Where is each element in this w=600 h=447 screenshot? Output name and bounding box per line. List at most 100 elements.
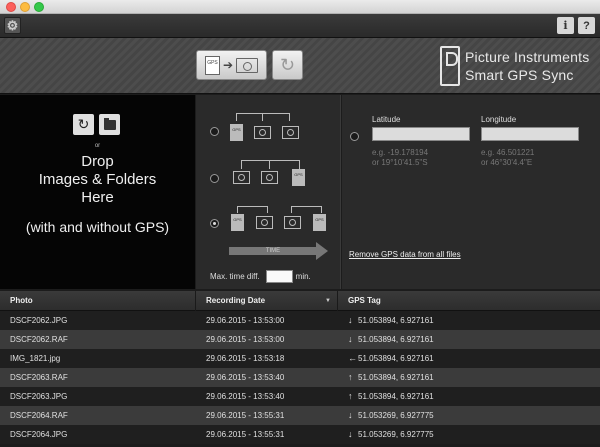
gps-photo-icon: GPS	[313, 214, 326, 231]
max-time-label: Max. time diff.	[210, 272, 260, 281]
photo-cell: IMG_1821.jpg	[10, 354, 61, 363]
gps-cell: ↓ 51.053269, 6.927775	[338, 406, 600, 425]
photo-cell: DSCF2062.JPG	[10, 316, 68, 325]
gps-cell: ↑ 51.053894, 6.927161	[338, 387, 600, 406]
undo-icon: ↻	[279, 54, 296, 75]
table-header: Photo Recording Date ▼ GPS Tag	[0, 291, 600, 311]
gps-cell: ←51.053894, 6.927161	[338, 349, 600, 368]
mode-diagram-2: GPS	[229, 155, 309, 190]
photo-cell: DSCF2063.RAF	[10, 373, 68, 382]
direction-arrow-icon: ←	[348, 353, 357, 363]
table-row[interactable]: DSCF2063.JPG 29.06.2015 - 13:53:40 ↑ 51.0…	[0, 387, 600, 406]
camera-icon	[261, 171, 278, 184]
gps-value: 51.053894, 6.927161	[358, 354, 434, 363]
photo-cell: DSCF2062.RAF	[10, 335, 68, 344]
table-row[interactable]: DSCF2062.RAF 29.06.2015 - 13:53:00 ↓ 51.0…	[0, 330, 600, 349]
mode-diagram-1: GPS	[229, 110, 309, 145]
latitude-input[interactable]	[372, 127, 470, 141]
sync-gps-button[interactable]: GPS ➔	[196, 50, 267, 80]
gps-photo-icon: GPS	[230, 124, 243, 141]
photo-cell: DSCF2064.RAF	[10, 411, 68, 420]
app-logo: Picture Instruments Smart GPS Sync	[440, 46, 590, 88]
date-cell: 29.06.2015 - 13:53:00	[206, 316, 285, 325]
manual-gps-radio[interactable]	[350, 132, 359, 141]
photo-cell: DSCF2064.JPG	[10, 430, 68, 439]
column-header-recording-date[interactable]: Recording Date ▼	[196, 291, 338, 311]
photo-table: DSCF2062.JPG 29.06.2015 - 13:53:00 ↓ 51.0…	[0, 311, 600, 447]
undo-button[interactable]: ↻	[272, 50, 303, 80]
camera-icon	[233, 171, 250, 184]
table-row[interactable]: DSCF2064.JPG 29.06.2015 - 13:55:31 ↓ 51.0…	[0, 425, 600, 444]
sort-descending-icon: ▼	[325, 298, 331, 304]
top-toolbar: ⚙ i ?	[0, 14, 600, 38]
help-button[interactable]: ?	[578, 17, 595, 34]
table-row[interactable]: IMG_1821.jpg 29.06.2015 - 13:53:18 ←51.0…	[0, 349, 600, 368]
gps-cell: ↓ 51.053269, 6.927775	[338, 425, 600, 444]
direction-arrow-icon: ↓	[348, 315, 353, 325]
mode-radio-3[interactable]	[210, 219, 219, 228]
photo-icon: GPS	[204, 55, 220, 75]
table-row[interactable]: DSCF2063.RAF 29.06.2015 - 13:53:40 ↑ 51.0…	[0, 368, 600, 387]
logo-line2: Smart GPS Sync	[465, 67, 574, 83]
drop-text-line2: Images & Folders	[38, 171, 157, 188]
logo-line1: Picture Instruments	[465, 49, 590, 65]
arrow-right-icon: ➔	[222, 58, 234, 72]
reload-button[interactable]: ↻	[73, 114, 94, 135]
column-header-gps-tag[interactable]: GPS Tag	[338, 291, 600, 311]
gps-value: 51.053894, 6.927161	[358, 335, 434, 344]
time-label: TIME	[265, 248, 281, 254]
longitude-label: Longitude	[481, 115, 517, 124]
remove-gps-link[interactable]: Remove GPS data from all files	[349, 250, 461, 259]
gps-cell: ↓ 51.053894, 6.927161	[338, 330, 600, 349]
zoom-window-button[interactable]	[34, 2, 44, 12]
drop-or-text: or	[94, 143, 101, 149]
gps-value: 51.053894, 6.927161	[358, 392, 434, 401]
longitude-hint-1: e.g. 46.501221	[481, 148, 535, 157]
photo-cell: DSCF2063.JPG	[10, 392, 68, 401]
drop-text-line1: Drop	[81, 153, 114, 170]
direction-arrow-icon: ↑	[348, 391, 353, 401]
minimize-window-button[interactable]	[20, 2, 30, 12]
mode-radio-2[interactable]	[210, 174, 219, 183]
column-header-photo[interactable]: Photo	[0, 291, 196, 311]
folder-icon	[103, 117, 116, 130]
drop-text-line3: Here	[81, 189, 114, 206]
gps-value: 51.053269, 6.927775	[358, 430, 434, 439]
longitude-input[interactable]	[481, 127, 579, 141]
logo-mark-icon	[440, 46, 460, 86]
mode-diagram-3: GPS GPS	[229, 200, 329, 235]
gps-photo-icon: GPS	[292, 169, 305, 186]
refresh-icon: ↻	[77, 116, 90, 132]
direction-arrow-icon: ↑	[348, 372, 353, 382]
info-button[interactable]: i	[557, 17, 574, 34]
gps-value: 51.053894, 6.927161	[358, 316, 434, 325]
latitude-hint-2: or 19°10'41.5"S	[372, 158, 428, 167]
direction-arrow-icon: ↓	[348, 410, 353, 420]
gps-value: 51.053269, 6.927775	[358, 411, 434, 420]
camera-icon	[284, 216, 301, 229]
column-header-recording-date-label: Recording Date	[206, 296, 266, 305]
camera-icon	[236, 57, 259, 73]
date-cell: 29.06.2015 - 13:53:40	[206, 392, 285, 401]
mode-radio-1[interactable]	[210, 127, 219, 136]
table-row[interactable]: DSCF2064.RAF 29.06.2015 - 13:55:31 ↓ 51.0…	[0, 406, 600, 425]
open-folder-button[interactable]	[99, 114, 120, 135]
camera-icon	[254, 126, 271, 139]
max-time-input[interactable]	[265, 270, 293, 283]
gps-value: 51.053894, 6.927161	[358, 373, 434, 382]
date-cell: 29.06.2015 - 13:55:31	[206, 430, 285, 439]
longitude-hint-2: or 46°30'4.4"E	[481, 158, 533, 167]
close-window-button[interactable]	[6, 2, 16, 12]
gps-cell: ↑ 51.053894, 6.927161	[338, 368, 600, 387]
camera-icon	[256, 216, 273, 229]
date-cell: 29.06.2015 - 13:53:18	[206, 354, 285, 363]
latitude-label: Latitude	[372, 115, 401, 124]
date-cell: 29.06.2015 - 13:55:31	[206, 411, 285, 420]
table-row[interactable]: DSCF2062.JPG 29.06.2015 - 13:53:00 ↓ 51.0…	[0, 311, 600, 330]
window-titlebar	[0, 0, 600, 14]
date-cell: 29.06.2015 - 13:53:40	[206, 373, 285, 382]
drop-zone[interactable]: ↻ or Drop Images & Folders Here (with an…	[0, 95, 195, 289]
drop-text-line4: (with and without GPS)	[25, 219, 170, 235]
max-time-diff: Max. time diff. min.	[210, 270, 311, 283]
gear-icon[interactable]: ⚙	[4, 17, 21, 34]
